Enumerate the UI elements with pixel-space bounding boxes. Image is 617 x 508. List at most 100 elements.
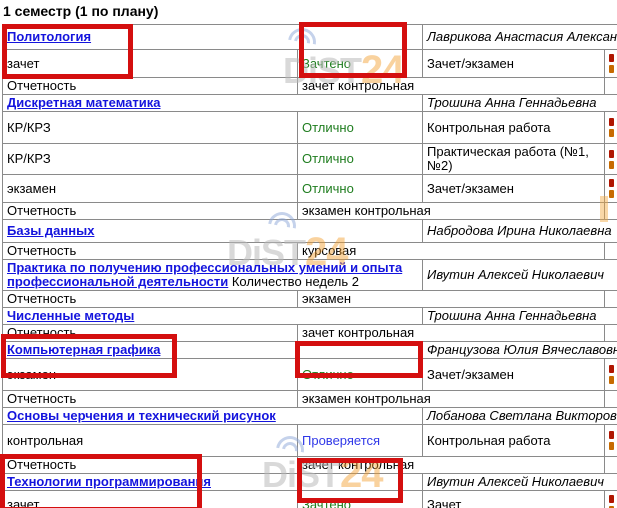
table-row: Численные методы Трошина Анна Геннадьевна: [3, 308, 617, 325]
clipped-link-fragment: [609, 65, 614, 73]
teacher-cell: Лобанова Светлана Викторовна: [423, 408, 617, 425]
work-type-cell: Зачет: [423, 491, 605, 508]
table-row: Отчетностьэкзамен: [3, 291, 617, 308]
work-type-cell: Зачет/экзамен: [423, 50, 605, 78]
table-row: Практика по получению профессиональных у…: [3, 260, 617, 291]
work-type-cell: Практическая работа (№1, №2): [423, 144, 605, 175]
work-type-cell: Контрольная работа: [423, 425, 605, 457]
report-label-cell: Отчетность: [3, 291, 298, 308]
clipped-links-cell: [605, 491, 617, 508]
subject-cell: Численные методы: [3, 308, 423, 325]
clipped-link-fragment: [609, 376, 614, 384]
control-form-cell: контрольная: [3, 425, 298, 457]
empty-cell: [605, 391, 617, 408]
control-form-cell: экзамен: [3, 175, 298, 203]
table-row: Отчетностьэкзамен контрольная: [3, 391, 617, 408]
report-label-cell: Отчетность: [3, 203, 298, 220]
teacher-cell: Ивутин Алексей Николаевич: [423, 260, 617, 291]
clipped-links-cell: [605, 359, 617, 391]
empty-cell: [605, 457, 617, 474]
work-type-cell: Зачет/экзамен: [423, 175, 605, 203]
annotation-box-tekhnologii-result: [297, 458, 403, 503]
subject-cell: Практика по получению профессиональных у…: [3, 260, 423, 291]
teacher-name: Набродова Ирина Николаевна: [427, 223, 612, 238]
subject-link[interactable]: Базы данных: [7, 223, 94, 238]
empty-cell: [605, 78, 617, 95]
table-row: Дискретная математика Трошина Анна Геннад…: [3, 95, 617, 112]
subject-cell: Дискретная математика: [3, 95, 423, 112]
report-value-cell: экзамен контрольная: [298, 203, 605, 220]
grade-result: Отлично: [302, 181, 354, 196]
report-value-cell: курсовая: [298, 243, 605, 260]
teacher-name: Ивутин Алексей Николаевич: [427, 267, 604, 282]
teacher-name: Трошина Анна Геннадьевна: [427, 308, 597, 323]
clipped-link-fragment: [609, 161, 614, 169]
table-row: контрольная Проверяется Контрольная работа: [3, 425, 617, 457]
table-row: Отчетностькурсовая: [3, 243, 617, 260]
subject-link[interactable]: Дискретная математика: [7, 95, 161, 110]
report-label-cell: Отчетность: [3, 243, 298, 260]
table-row: КР/КРЗ Отлично Практическая работа (№1, №2…: [3, 144, 617, 175]
clipped-link-fragment: [609, 495, 614, 503]
teacher-cell: Трошина Анна Геннадьевна: [423, 308, 617, 325]
clipped-link-fragment: [609, 179, 614, 187]
report-value-cell: зачет контрольная: [298, 78, 605, 95]
clipped-link-fragment: [609, 442, 614, 450]
clipped-links-cell: [605, 50, 617, 78]
empty-cell: [605, 291, 617, 308]
teacher-name: Французова Юлия Вячеславовна: [427, 342, 617, 357]
clipped-link-fragment: [609, 190, 614, 198]
clipped-links-cell: [605, 144, 617, 175]
report-value-cell: экзамен: [298, 291, 605, 308]
clipped-link-fragment: [609, 118, 614, 126]
teacher-name: Трошина Анна Геннадьевна: [427, 95, 597, 110]
gradebook-page: 1 семестр (1 по плану) ПолитологияЛаврик…: [0, 0, 617, 508]
subject-cell: Основы черчения и технический рисунок: [3, 408, 423, 425]
clipped-link-fragment: [609, 365, 614, 373]
grade-result: Отлично: [302, 151, 354, 166]
grade-result-cell: Отлично: [298, 175, 423, 203]
annotation-box-tekhnologii-subject: [0, 454, 202, 508]
teacher-cell: Французова Юлия Вячеславовна: [423, 342, 617, 359]
teacher-name: Лобанова Светлана Викторовна: [427, 408, 617, 423]
clipped-link-fragment: [609, 129, 614, 137]
report-label-cell: Отчетность: [3, 391, 298, 408]
grades-table-body: ПолитологияЛаврикова Анастасия Александр…: [3, 25, 617, 508]
clipped-links-cell: [605, 175, 617, 203]
table-row: Отчетностьзачет контрольная: [3, 78, 617, 95]
table-row: КР/КРЗОтличноКонтрольная работа: [3, 112, 617, 144]
control-form-cell: КР/КРЗ: [3, 112, 298, 144]
annotation-box-politologiya-subject: [2, 24, 133, 79]
control-form-cell: КР/КРЗ: [3, 144, 298, 175]
table-row: Базы данных Набродова Ирина Николаевна: [3, 220, 617, 243]
clipped-link-fragment: [609, 150, 614, 158]
annotation-box-kompyuternaya-grafika-result: [295, 341, 423, 378]
clipped-links-cell: [605, 112, 617, 144]
table-row: экзамен Отлично Зачет/экзамен: [3, 175, 617, 203]
grade-result-cell: Проверяется: [298, 425, 423, 457]
work-type-cell: Зачет/экзамен: [423, 359, 605, 391]
teacher-cell: Набродова Ирина Николаевна: [423, 220, 617, 243]
clipped-links-cell: [605, 425, 617, 457]
clipped-link-fragment: [609, 431, 614, 439]
subject-link[interactable]: Численные методы: [7, 308, 134, 323]
empty-cell: [605, 203, 617, 220]
report-value-cell: экзамен контрольная: [298, 391, 605, 408]
table-row: Основы черчения и технический рисунок Лоб…: [3, 408, 617, 425]
semester-title: 1 семестр (1 по плану): [3, 3, 158, 19]
table-row: Отчетностьэкзамен контрольная: [3, 203, 617, 220]
grades-table: ПолитологияЛаврикова Анастасия Александр…: [2, 24, 617, 508]
teacher-cell: Ивутин Алексей Николаевич: [423, 474, 617, 491]
teacher-cell: Трошина Анна Геннадьевна: [423, 95, 617, 112]
grade-result-cell: Отлично: [298, 112, 423, 144]
annotation-box-politologiya-result: [299, 22, 407, 78]
annotation-box-kompyuternaya-grafika-subject: [1, 334, 177, 378]
clipped-link-fragment: [609, 54, 614, 62]
report-value-cell: зачет контрольная: [298, 325, 605, 342]
teacher-name: Лаврикова Анастасия Александровна: [427, 29, 617, 44]
subject-link[interactable]: Основы черчения и технический рисунок: [7, 408, 276, 423]
empty-cell: [605, 325, 617, 342]
grade-result: Проверяется: [302, 433, 380, 448]
work-type-cell: Контрольная работа: [423, 112, 605, 144]
empty-cell: [605, 243, 617, 260]
